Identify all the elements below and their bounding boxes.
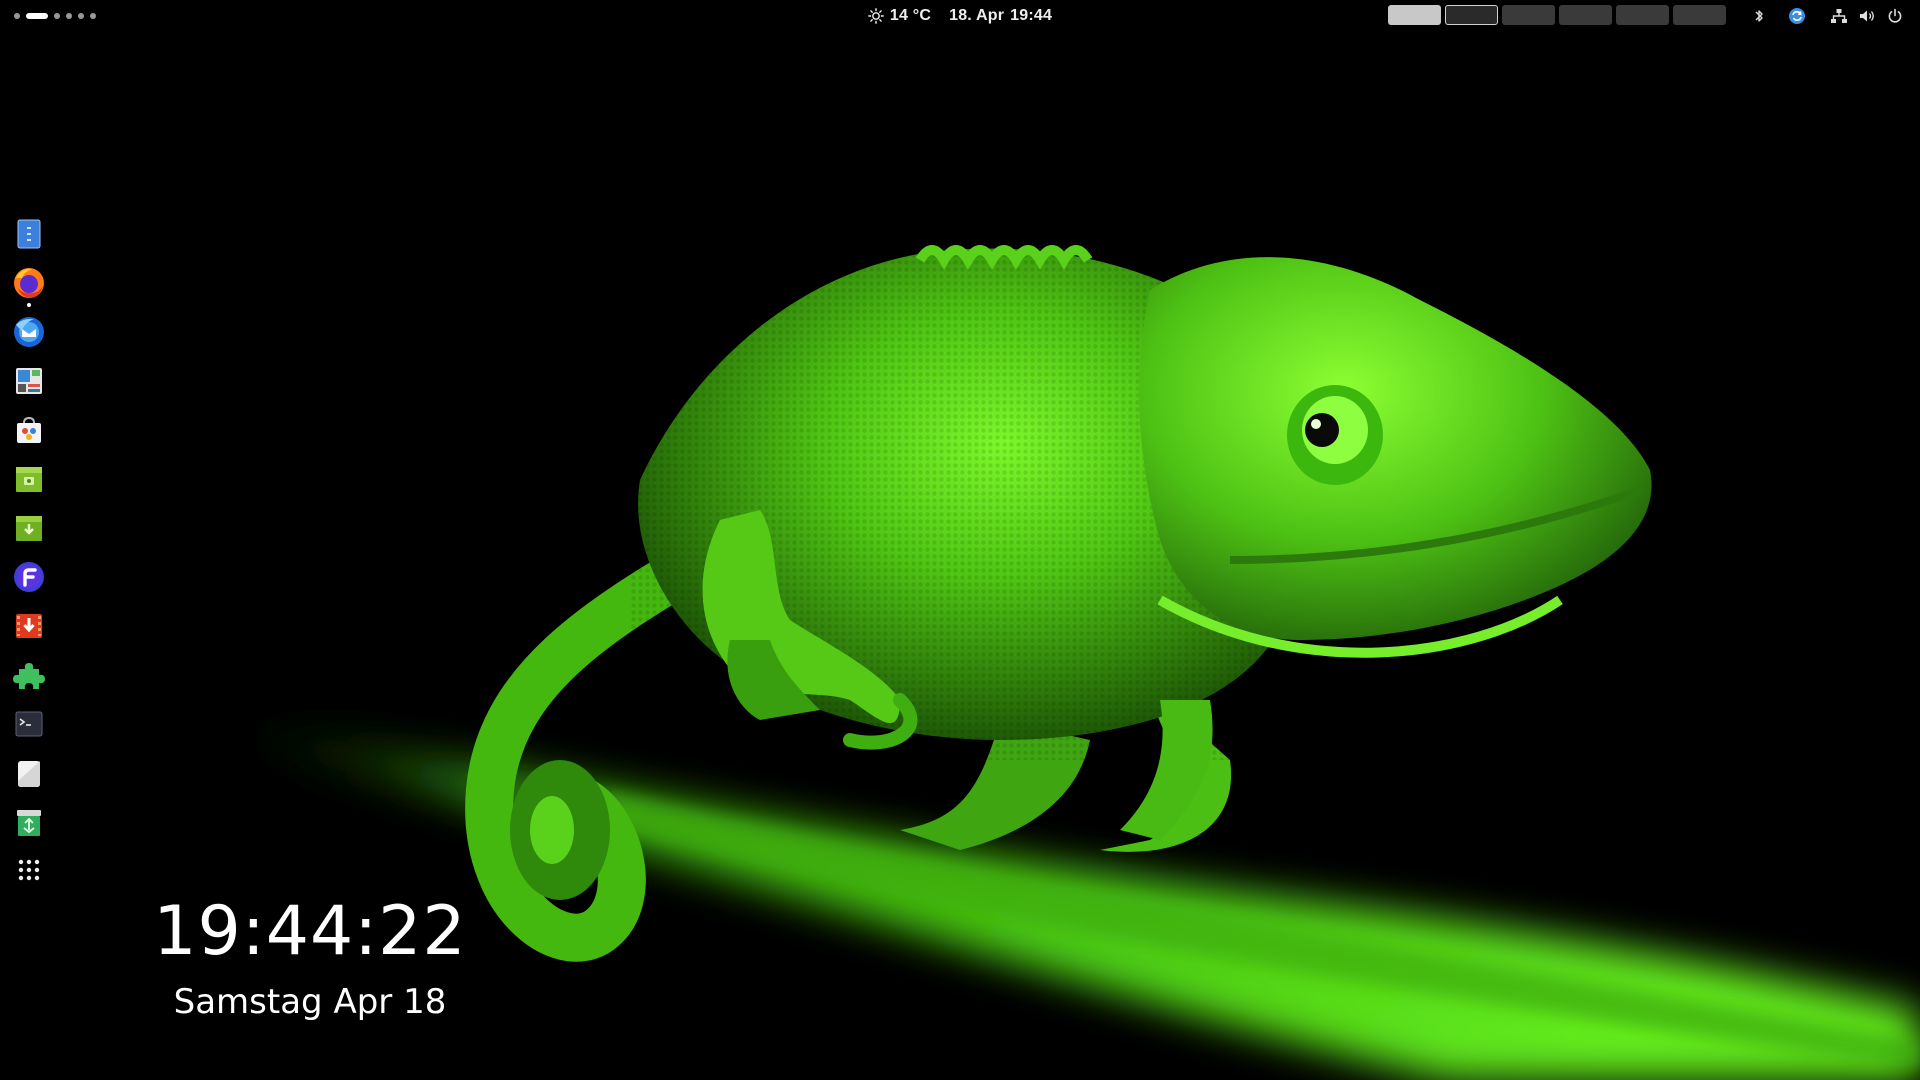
system-monitor-icon — [16, 368, 42, 394]
network-icon — [1831, 9, 1847, 23]
bluetooth-icon — [1755, 10, 1763, 22]
bluetooth-button[interactable] — [1752, 5, 1766, 27]
sun-icon — [868, 7, 884, 24]
firefox-icon — [14, 268, 44, 298]
desklet-clock-time: 19:44:22 — [153, 892, 467, 971]
panel-date: 18. Apr — [949, 6, 1005, 24]
dock-item-package-installer[interactable] — [11, 510, 47, 546]
text-editor-icon — [18, 761, 40, 787]
power-menu-button[interactable] — [1887, 5, 1903, 27]
terminal-icon — [15, 711, 43, 737]
dock-item-archive-manager[interactable] — [11, 461, 47, 497]
top-panel: 14 °C 18. Apr 19:44 — [0, 0, 1920, 31]
workspace-thumbnail-4[interactable] — [1559, 5, 1612, 25]
dock-item-fedora-media-writer[interactable] — [11, 559, 47, 595]
show-applications-button[interactable] — [11, 852, 47, 888]
workspace-thumbnail-2-active[interactable] — [1445, 5, 1498, 25]
archive-icon — [16, 467, 42, 492]
running-indicator — [27, 303, 31, 307]
extensions-icon — [13, 663, 45, 689]
dock-item-video-downloader[interactable] — [11, 608, 47, 644]
sync-icon — [1789, 8, 1805, 24]
sync-status-button[interactable] — [1788, 5, 1806, 27]
volume-button[interactable] — [1858, 5, 1876, 27]
workspace-switcher[interactable] — [1388, 5, 1726, 25]
software-store-icon — [17, 416, 41, 443]
package-install-icon — [16, 516, 42, 541]
workspace-thumbnail-1[interactable] — [1388, 5, 1441, 25]
trash-icon — [17, 810, 41, 836]
video-download-icon — [16, 614, 42, 638]
power-icon — [1888, 8, 1902, 23]
dock-item-files[interactable] — [11, 216, 47, 252]
dock-item-terminal[interactable] — [11, 706, 47, 742]
fedora-icon — [14, 562, 44, 592]
volume-icon — [1860, 10, 1874, 22]
dock-item-software[interactable] — [11, 412, 47, 448]
dock-item-trash[interactable] — [11, 805, 47, 841]
panel-time: 19:44 — [1010, 6, 1053, 24]
network-button[interactable] — [1830, 5, 1848, 27]
dock-item-system-monitor[interactable] — [11, 363, 47, 399]
dock-item-extensions[interactable] — [11, 657, 47, 693]
dock-item-thunderbird[interactable] — [11, 314, 47, 350]
workspace-thumbnail-6[interactable] — [1673, 5, 1726, 25]
files-icon — [17, 219, 41, 249]
desklet-clock-date: Samstag Apr 18 — [173, 982, 447, 1022]
app-grid-icon — [18, 859, 40, 881]
thunderbird-icon — [14, 317, 44, 347]
dock-item-firefox[interactable] — [11, 265, 47, 301]
workspace-thumbnail-5[interactable] — [1616, 5, 1669, 25]
workspace-thumbnail-3[interactable] — [1502, 5, 1555, 25]
dock-item-text-editor[interactable] — [11, 756, 47, 792]
weather-temperature: 14 °C — [889, 6, 932, 24]
